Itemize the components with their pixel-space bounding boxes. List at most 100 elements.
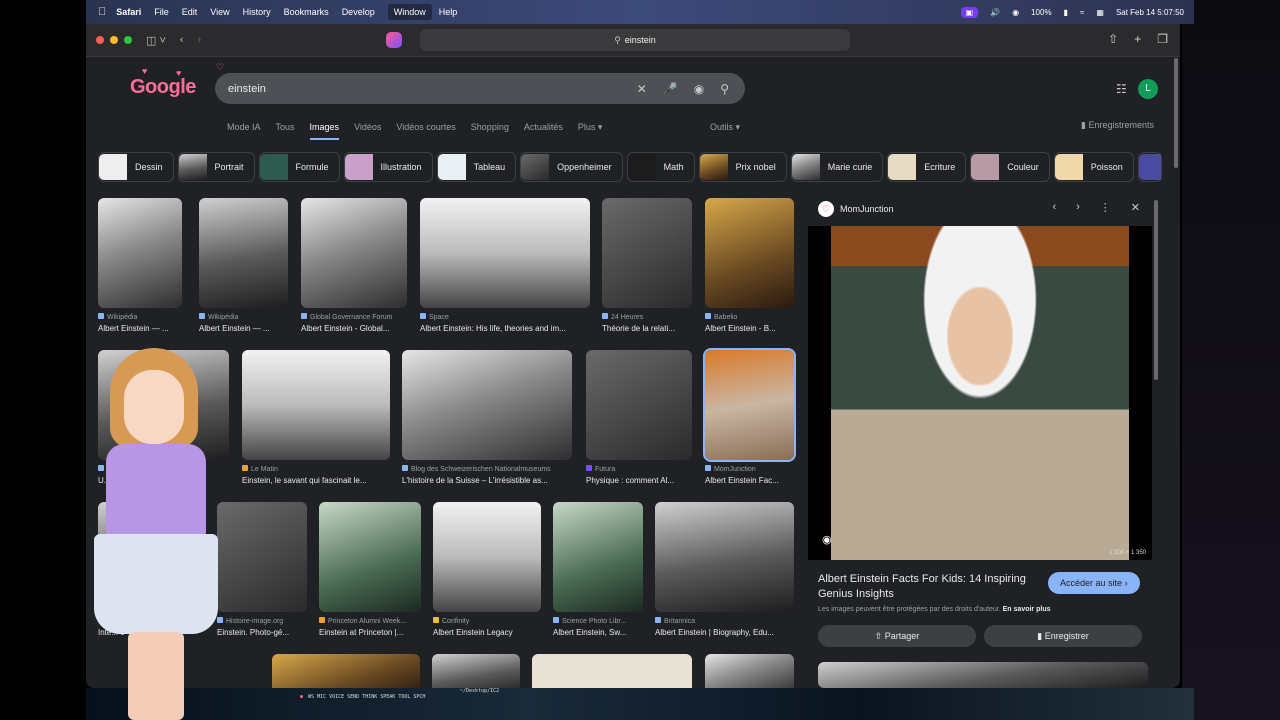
search-box[interactable]: einstein ✕ 🎤 ◉ ⚲: [215, 73, 745, 104]
forward-icon[interactable]: ›: [198, 34, 202, 46]
chip-formule[interactable]: Formule: [258, 152, 340, 182]
result-thumbnail[interactable]: [705, 654, 794, 688]
result-source[interactable]: Histoire-image.org: [217, 617, 307, 625]
result-title[interactable]: Albert Einstein Fac...: [705, 476, 794, 485]
result-thumbnail[interactable]: [98, 198, 182, 308]
result-title[interactable]: Albert Einstein - Global...: [301, 324, 407, 333]
previous-icon[interactable]: ‹: [1052, 201, 1056, 214]
search-input[interactable]: einstein: [228, 83, 637, 95]
related-images-strip[interactable]: [818, 662, 1148, 688]
share-button[interactable]: ⇧ Partager: [818, 625, 976, 647]
result-title[interactable]: Albert Einstein - B...: [705, 324, 794, 333]
image-result[interactable]: 24 Heures Théorie de la relati...: [602, 198, 692, 333]
result-thumbnail[interactable]: [301, 198, 407, 308]
menu-window[interactable]: Window: [387, 4, 432, 20]
learn-more-link[interactable]: En savoir plus: [1003, 606, 1051, 613]
chip-prix-nobel[interactable]: Prix nobel: [698, 152, 787, 182]
lens-search-icon[interactable]: ◉: [822, 533, 832, 546]
sidebar-toggle-icon[interactable]: ◫ ˅: [146, 34, 166, 47]
next-icon[interactable]: ›: [1076, 201, 1080, 214]
control-center-icon[interactable]: ▦: [1096, 8, 1104, 17]
result-source[interactable]: Babelio: [705, 313, 794, 321]
result-source[interactable]: Global Governance Forum: [301, 313, 407, 321]
result-title[interactable]: Albert Einstein | Biography, Edu...: [655, 628, 794, 637]
result-title[interactable]: Einstein. Photo-gé...: [217, 628, 307, 637]
chip-math[interactable]: Math: [626, 152, 695, 182]
minimize-window-button[interactable]: [110, 36, 118, 44]
image-result[interactable]: [705, 654, 794, 688]
related-thumbnail[interactable]: [818, 662, 1148, 688]
image-result[interactable]: Wikipédia Albert Einstein — ...: [98, 198, 182, 333]
datetime[interactable]: Sat Feb 14 5:07:50: [1116, 8, 1184, 17]
chip-next[interactable]: [1137, 152, 1162, 182]
apps-grid-icon[interactable]: ☷: [1116, 82, 1127, 96]
result-title[interactable]: Albert Einstein, Sw...: [553, 628, 643, 637]
result-thumbnail[interactable]: [420, 198, 590, 308]
menu-help[interactable]: Help: [439, 7, 458, 17]
tab-all[interactable]: Tous: [276, 122, 295, 140]
result-thumbnail[interactable]: [433, 502, 541, 612]
result-thumbnail[interactable]: [242, 350, 390, 460]
image-result[interactable]: Wikipédia Albert Einstein — ...: [199, 198, 288, 333]
save-button[interactable]: ▮ Enregistrer: [984, 625, 1142, 647]
image-result[interactable]: Futura Physique : comment Al...: [586, 350, 692, 485]
tab-news[interactable]: Actualités: [524, 122, 563, 140]
record-icon[interactable]: ◉: [1012, 8, 1019, 17]
result-title[interactable]: Einstein, le savant qui fascinait le...: [242, 476, 390, 485]
back-icon[interactable]: ‹: [180, 34, 184, 46]
clear-icon[interactable]: ✕: [637, 82, 647, 96]
image-result[interactable]: Blog des Schweizerischen Nationalmuseums…: [402, 350, 572, 485]
result-source[interactable]: Blog des Schweizerischen Nationalmuseums: [402, 465, 572, 473]
result-source[interactable]: Futura: [586, 465, 692, 473]
result-title[interactable]: Albert Einstein Legacy: [433, 628, 541, 637]
image-result[interactable]: Britannica Albert Einstein | Biography, …: [655, 502, 794, 637]
close-icon[interactable]: ✕: [1131, 201, 1140, 214]
image-result[interactable]: Confinity Albert Einstein Legacy: [433, 502, 541, 637]
result-thumbnail[interactable]: [402, 350, 572, 460]
result-source[interactable]: Britannica: [655, 617, 794, 625]
screen-record-icon[interactable]: ▣: [960, 6, 979, 18]
result-thumbnail[interactable]: [655, 502, 794, 612]
close-window-button[interactable]: [96, 36, 104, 44]
chip-poisson[interactable]: Poisson: [1053, 152, 1134, 182]
volume-icon[interactable]: 🔊: [990, 8, 1000, 17]
preview-image[interactable]: [831, 226, 1129, 560]
tab-overview-icon[interactable]: ❐: [1157, 32, 1168, 46]
image-result[interactable]: [432, 654, 520, 688]
address-bar[interactable]: ⚲ einstein: [420, 29, 850, 51]
tab-images[interactable]: Images: [309, 122, 340, 140]
result-source[interactable]: Confinity: [433, 617, 541, 625]
menu-app-name[interactable]: Safari: [116, 7, 141, 17]
image-result[interactable]: [272, 654, 420, 688]
menu-edit[interactable]: Edit: [182, 7, 198, 17]
result-title[interactable]: Physique : comment Al...: [586, 476, 692, 485]
result-thumbnail[interactable]: [217, 502, 307, 612]
panel-scrollbar[interactable]: [1154, 200, 1158, 380]
tab-videos[interactable]: Vidéos: [354, 122, 381, 140]
result-source[interactable]: Wikipédia: [199, 313, 288, 321]
page-scrollbar[interactable]: [1174, 58, 1178, 168]
menu-bookmarks[interactable]: Bookmarks: [284, 7, 329, 17]
battery-level[interactable]: 100%: [1031, 8, 1051, 17]
visit-site-button[interactable]: Accéder au site ›: [1048, 572, 1140, 594]
result-source[interactable]: 24 Heures: [602, 313, 692, 321]
result-source[interactable]: Princeton Alumni Week...: [319, 617, 421, 625]
chip-ecriture[interactable]: Ecriture: [887, 152, 967, 182]
result-title[interactable]: L'histoire de la Suisse – L'irrésistible…: [402, 476, 572, 485]
tab-shopping[interactable]: Shopping: [471, 122, 509, 140]
tab-mode-ia[interactable]: Mode IA: [227, 122, 261, 140]
google-logo[interactable]: Google ♥ ♥ ♡: [130, 62, 224, 99]
wifi-icon[interactable]: ≈: [1080, 8, 1084, 17]
result-thumbnail[interactable]: [199, 198, 288, 308]
image-result[interactable]: Le Matin Einstein, le savant qui fascina…: [242, 350, 390, 485]
image-result[interactable]: Babelio Albert Einstein - B...: [705, 198, 794, 333]
result-thumbnail[interactable]: [705, 198, 794, 308]
chip-marie-curie[interactable]: Marie curie: [790, 152, 884, 182]
menu-file[interactable]: File: [154, 7, 169, 17]
zoom-window-button[interactable]: [124, 36, 132, 44]
result-source[interactable]: Wikipédia: [98, 313, 182, 321]
chip-dessin[interactable]: Dessin: [98, 152, 174, 182]
result-thumbnail[interactable]: [432, 654, 520, 688]
result-source[interactable]: Science Photo Libr...: [553, 617, 643, 625]
image-result-selected[interactable]: MomJunction Albert Einstein Fac...: [703, 348, 796, 485]
